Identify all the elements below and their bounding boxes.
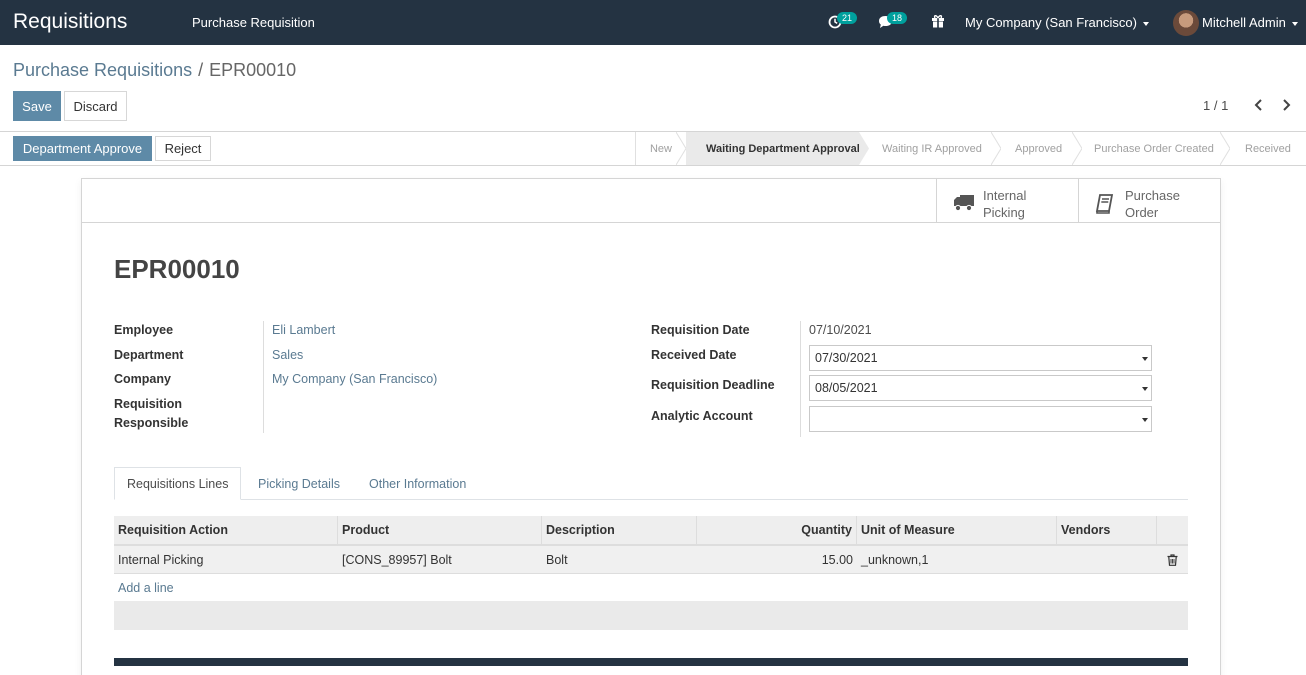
- internal-picking-label-1: Internal: [983, 188, 1027, 203]
- stage-waiting-ir-approved[interactable]: Waiting IR Approved: [872, 132, 992, 165]
- menu-purchase-requisition[interactable]: Purchase Requisition: [192, 15, 315, 30]
- cell-unit-of-measure[interactable]: _unknown,1: [857, 546, 1057, 574]
- stage-purchase-order-created[interactable]: Purchase Order Created: [1084, 132, 1220, 165]
- column-description[interactable]: Description: [542, 516, 697, 544]
- footer-bar: [114, 658, 1188, 666]
- table-row[interactable]: Internal Picking [CONS_89957] Bolt Bolt …: [114, 546, 1188, 574]
- top-navbar: Requisitions Purchase Requisition 21 18 …: [0, 0, 1306, 45]
- requisition-deadline-label: Requisition Deadline: [651, 378, 775, 392]
- requisition-date-label: Requisition Date: [651, 323, 750, 337]
- stage-arrow: [991, 132, 1001, 165]
- truck-icon: [954, 195, 974, 212]
- company-name: My Company (San Francisco): [965, 15, 1137, 30]
- trash-icon: [1167, 554, 1178, 566]
- chevron-down-icon: [1142, 418, 1148, 422]
- pager-value[interactable]: 1 / 1: [1203, 98, 1228, 113]
- column-product[interactable]: Product: [338, 516, 542, 544]
- activity-count-badge: 21: [837, 12, 858, 24]
- breadcrumb: Purchase Requisitions / EPR00010: [13, 60, 296, 81]
- requisition-deadline-input[interactable]: 08/05/2021: [809, 375, 1152, 401]
- stage-received[interactable]: Received: [1234, 132, 1306, 165]
- table-header: Requisition Action Product Description Q…: [114, 516, 1188, 546]
- chevron-down-icon: [1142, 21, 1149, 26]
- reject-button[interactable]: Reject: [155, 136, 211, 161]
- notebook-tabs: Requisitions Lines Picking Details Other…: [114, 467, 1188, 500]
- chevron-right-icon: [1283, 99, 1291, 111]
- stage-arrow: [1072, 132, 1082, 165]
- messages-count-badge: 18: [887, 12, 908, 24]
- pager-previous-button[interactable]: [1252, 96, 1266, 114]
- chevron-down-icon: [1142, 357, 1148, 361]
- chevron-down-icon: [1291, 21, 1298, 26]
- cell-product[interactable]: [CONS_89957] Bolt: [338, 546, 542, 574]
- analytic-account-label: Analytic Account: [651, 409, 753, 423]
- user-name: Mitchell Admin: [1202, 15, 1286, 30]
- department-label: Department: [114, 348, 184, 362]
- breadcrumb-separator: /: [198, 60, 204, 80]
- purchase-order-label-1: Purchase: [1125, 188, 1180, 203]
- requisition-date-field[interactable]: 07/10/2021: [809, 323, 872, 337]
- tab-picking-details[interactable]: Picking Details: [246, 467, 352, 500]
- purchase-order-button[interactable]: Purchase Order: [1078, 179, 1220, 223]
- status-bar: Department Approve Reject New Waiting De…: [0, 131, 1306, 166]
- chevron-down-icon: [1142, 387, 1148, 391]
- book-icon: [1095, 194, 1114, 214]
- employee-field[interactable]: Eli Lambert: [272, 323, 335, 337]
- pager-next-button[interactable]: [1279, 96, 1293, 114]
- app-title[interactable]: Requisitions: [13, 10, 127, 34]
- save-button[interactable]: Save: [13, 91, 61, 121]
- field-separator: [263, 321, 264, 433]
- cell-vendors[interactable]: [1057, 546, 1157, 574]
- column-unit-of-measure[interactable]: Unit of Measure: [857, 516, 1057, 544]
- column-vendors[interactable]: Vendors: [1057, 516, 1157, 544]
- company-field[interactable]: My Company (San Francisco): [272, 372, 437, 386]
- stage-arrow: [1220, 132, 1230, 165]
- column-quantity[interactable]: Quantity: [697, 516, 857, 544]
- employee-label: Employee: [114, 323, 174, 337]
- cell-description[interactable]: Bolt: [542, 546, 697, 574]
- record-title: EPR00010: [114, 254, 240, 284]
- cell-quantity[interactable]: 15.00: [697, 546, 857, 574]
- breadcrumb-parent[interactable]: Purchase Requisitions: [13, 60, 192, 80]
- add-line-link[interactable]: Add a line: [118, 581, 174, 595]
- stage-arrow: [676, 132, 686, 165]
- purchase-order-label-2: Order: [1125, 205, 1159, 220]
- field-separator: [800, 321, 801, 437]
- analytic-account-input[interactable]: [809, 406, 1152, 432]
- requisition-responsible-label: Requisition Responsible: [114, 397, 189, 430]
- department-approve-button[interactable]: Department Approve: [13, 136, 152, 161]
- cell-requisition-action[interactable]: Internal Picking: [114, 546, 338, 574]
- stage-approved[interactable]: Approved: [1004, 132, 1072, 165]
- discard-button[interactable]: Discard: [64, 91, 127, 121]
- received-date-label: Received Date: [651, 348, 737, 362]
- company-label: Company: [114, 372, 171, 386]
- received-date-input[interactable]: 07/30/2021: [809, 345, 1152, 371]
- smart-button-box: Internal Picking Purchase Order: [82, 179, 1220, 223]
- tab-requisitions-lines[interactable]: Requisitions Lines: [114, 467, 242, 500]
- chevron-left-icon: [1254, 99, 1262, 111]
- stage-pipeline: New Waiting Department Approval Waiting …: [635, 132, 1291, 165]
- delete-line-button[interactable]: [1157, 546, 1188, 574]
- company-switcher[interactable]: My Company (San Francisco): [965, 15, 1149, 30]
- department-field[interactable]: Sales: [272, 348, 303, 362]
- empty-row: [114, 601, 1188, 630]
- stage-waiting-department-approval[interactable]: Waiting Department Approval: [686, 132, 860, 165]
- breadcrumb-current: EPR00010: [209, 60, 297, 80]
- column-requisition-action[interactable]: Requisition Action: [114, 516, 338, 544]
- stage-arrow: [859, 132, 869, 165]
- internal-picking-button[interactable]: Internal Picking: [936, 179, 1078, 223]
- tab-other-information[interactable]: Other Information: [357, 467, 478, 500]
- gift-icon: [932, 15, 944, 28]
- internal-picking-label-2: Picking: [983, 205, 1025, 220]
- avatar: [1173, 10, 1199, 36]
